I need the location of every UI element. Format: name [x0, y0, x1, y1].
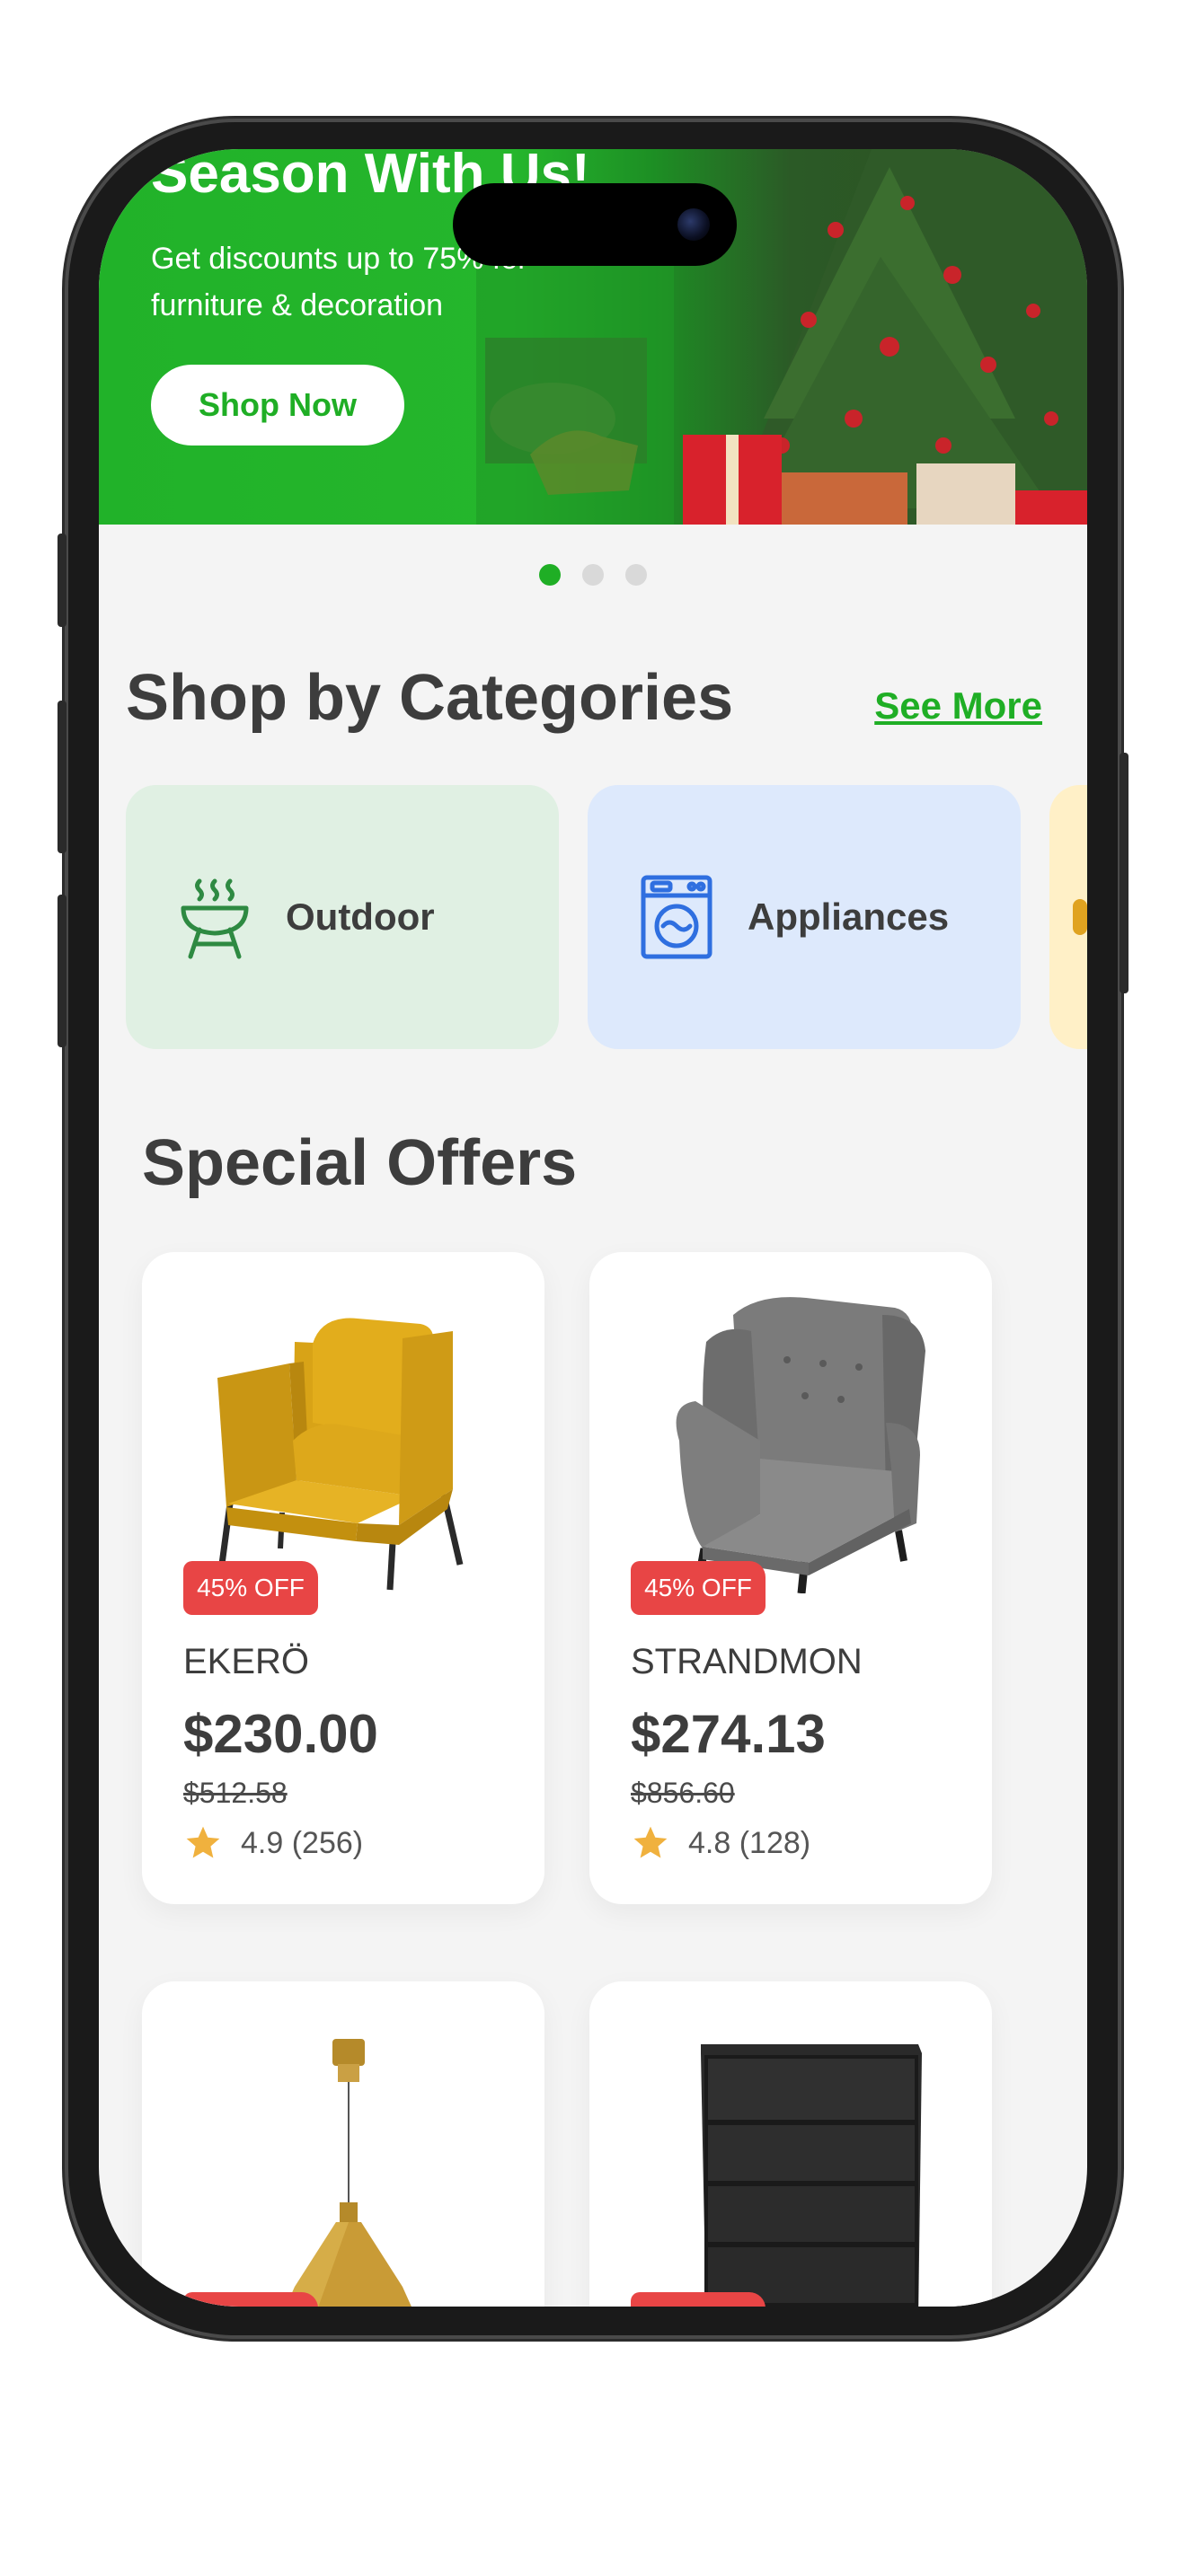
washing-machine-icon	[641, 875, 712, 959]
product-original-price: $856.60	[631, 1777, 735, 1809]
rating-text: 4.8 (128)	[688, 1825, 811, 1860]
product-name: EKERÖ	[183, 1642, 310, 1681]
star-icon	[633, 1826, 668, 1858]
product-price: $274.13	[631, 1704, 826, 1764]
grill-icon	[181, 878, 249, 959]
product-rating: 4.9 (256)	[183, 1823, 363, 1863]
discount-badge	[631, 2292, 766, 2307]
rating-text: 4.9 (256)	[241, 1825, 364, 1860]
discount-badge: 45% OFF	[631, 1561, 766, 1615]
black-dresser-image	[701, 2044, 922, 2307]
category-card-partial[interactable]	[1049, 785, 1087, 1049]
carousel-dot-2[interactable]	[582, 564, 604, 586]
product-original-price: $512.58	[183, 1777, 288, 1809]
volume-up-button	[58, 701, 66, 853]
app-screen: Season With Us! Get discounts up to 75% …	[99, 149, 1087, 2307]
special-offers-title: Special Offers	[142, 1127, 578, 1199]
category-label-appliances: Appliances	[748, 895, 950, 938]
product-price: $230.00	[183, 1704, 378, 1764]
power-button	[1120, 753, 1128, 993]
discount-badge: 45% OFF	[183, 1561, 318, 1615]
yellow-armchair-image	[216, 1318, 464, 1591]
product-card-strandmon[interactable]: 45% OFF STRANDMON $274.13 $856.60 4.8 (1…	[589, 1252, 992, 1904]
categories-title: Shop by Categories	[126, 662, 734, 734]
product-card-ekero[interactable]: 45% OFF EKERÖ $230.00 $512.58 4.9 (256)	[142, 1252, 544, 1904]
discount-badge	[183, 2292, 318, 2307]
carousel-indicator[interactable]	[99, 564, 1087, 586]
grey-wingback-chair-image	[676, 1297, 925, 1593]
shop-now-button[interactable]: Shop Now	[151, 365, 404, 446]
product-name: STRANDMON	[631, 1642, 863, 1681]
category-label-outdoor: Outdoor	[286, 895, 435, 938]
product-card-dresser[interactable]	[589, 1981, 992, 2307]
product-rating: 4.8 (128)	[631, 1823, 810, 1863]
brass-pendant-lamp-image	[286, 2039, 412, 2307]
star-icon	[186, 1826, 220, 1858]
action-button	[58, 534, 66, 627]
category-card-outdoor[interactable]: Outdoor	[126, 785, 559, 1049]
front-camera-icon	[677, 208, 710, 241]
carousel-dot-1[interactable]	[539, 564, 561, 586]
dynamic-island	[453, 183, 737, 266]
carousel-dot-3[interactable]	[625, 564, 647, 586]
volume-down-button	[58, 895, 66, 1047]
category-card-appliances[interactable]: Appliances	[588, 785, 1021, 1049]
categories-carousel[interactable]: Outdoor Appliances	[126, 785, 1087, 1049]
category-icon-partial	[1073, 899, 1087, 935]
see-more-link[interactable]: See More	[874, 684, 1042, 728]
product-card-pendant-lamp[interactable]	[142, 1981, 544, 2307]
